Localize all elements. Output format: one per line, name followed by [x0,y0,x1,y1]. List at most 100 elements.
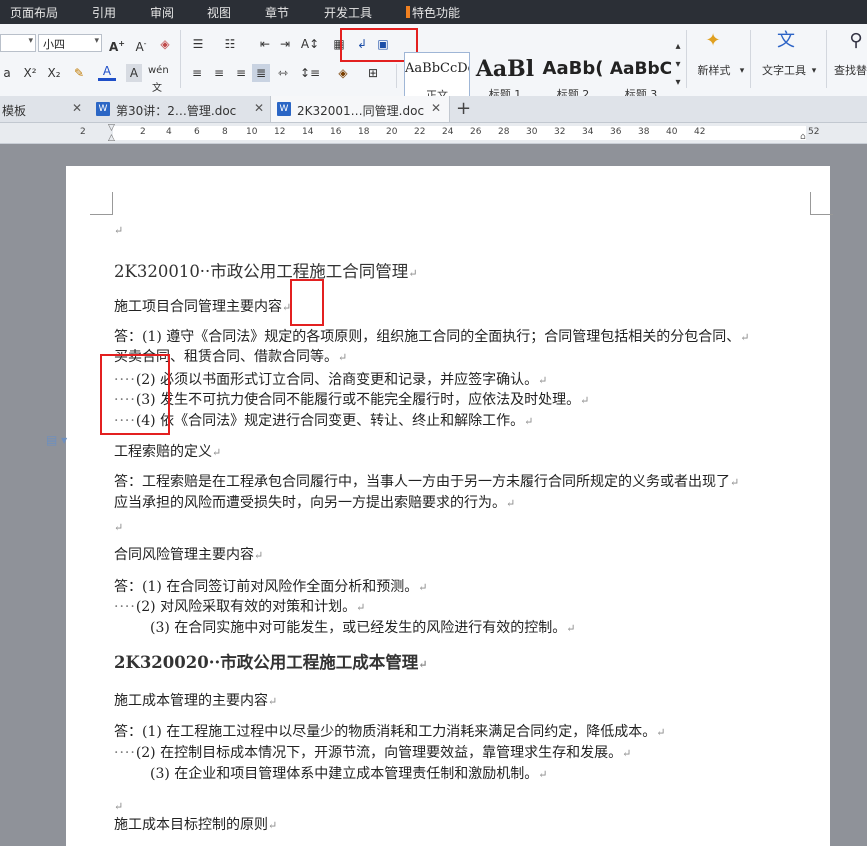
increase-indent-icon[interactable]: ⇥ [276,35,294,53]
subscript-icon[interactable]: X₂ [44,64,64,82]
line-text: (3) 在合同实施中对可能发生，或已经发生的风险进行有效的控制。 [150,620,567,636]
paragraph: 施工成本管理的主要内容↵ [114,690,277,710]
list-item: ····(3) 发生不可抗力使合同不能履行或不能完全履行时，应依法及时处理。↵ [114,389,589,409]
font-size-select[interactable]: 小四 ▾ [38,34,102,52]
char-shading-icon[interactable]: A [126,64,142,82]
ruler-number: 6 [194,127,200,137]
list-item: ····(4) 依《合同法》规定进行合同变更、转让、终止和解除工作。↵ [114,410,533,430]
text-direction-icon[interactable]: A↕ [300,35,320,53]
ruler-number: 2 [80,127,86,137]
close-icon[interactable]: ✕ [431,101,441,115]
decrease-indent-icon[interactable]: ⇤ [256,35,274,53]
numbered-list-icon[interactable]: ☷ [220,35,240,53]
paragraph-mark: ↵ [356,601,366,614]
phonetic-guide-icon[interactable]: wén 文 [148,62,169,98]
find-replace-button[interactable]: 查找替 [834,62,867,80]
ruler-number: 22 [414,127,426,137]
menu-special-features[interactable]: 特色功能 [412,4,460,21]
line-spacing-icon[interactable]: ↕≡ [300,64,320,82]
paragraph: 应当承担的风险而遭受损失时，向另一方提出索赔要求的行为。↵ [114,492,515,512]
right-indent-marker[interactable]: ⌂ [800,132,806,142]
section-heading: 2K320020··市政公用工程施工成本管理↵ [114,649,427,673]
tab-contract-management[interactable]: W 2K32001…同管理.doc ✕ [270,96,450,122]
paragraph-mark: ↵ [114,800,124,813]
highlight-box-dots [100,354,170,435]
horizontal-ruler[interactable]: 2 2 4 6 8 10 12 14 16 18 20 22 24 26 28 … [0,123,867,144]
menu-chapter[interactable]: 章节 [265,4,289,21]
gallery-more-icon[interactable]: ▾ [672,74,684,92]
bullet-list-icon[interactable]: ☰ [188,35,208,53]
paragraph: 答：工程索赔是在工程承包合同履行中，当事人一方由于另一方未履行合同所规定的义务或… [114,471,739,491]
paragraph-mark: ↵ [506,497,516,510]
align-left-icon[interactable]: ≡ [188,64,206,82]
clear-format-icon[interactable]: ◈ [156,35,174,53]
paragraph-mark: ↵ [268,695,278,708]
align-right-icon[interactable]: ≡ [232,64,250,82]
strikethrough-icon[interactable]: a [0,64,14,82]
line-text: (4) 依《合同法》规定进行合同变更、转让、终止和解除工作。 [135,413,525,429]
new-tab-button[interactable]: + [456,98,471,119]
highlight-icon[interactable]: ✎ [70,64,88,82]
menu-view[interactable]: 视图 [207,4,231,21]
superscript-icon[interactable]: X² [20,64,40,82]
ruler-number: 26 [470,127,482,137]
ruler-number: 18 [358,127,370,137]
paragraph: 施工成本目标控制的原则↵ [114,814,277,834]
style-sample: AaBbCcDd [405,61,469,76]
menu-developer[interactable]: 开发工具 [324,4,372,21]
tab-lecture-30[interactable]: W 第30讲：2…管理.doc ✕ [90,96,270,122]
gallery-scroll-up-icon[interactable]: ▴ [672,38,684,56]
paragraph-mark: ↵ [622,747,632,760]
font-name-field[interactable]: ▾ [0,34,36,52]
justify-icon[interactable]: ≣ [252,64,270,82]
chevron-down-icon: ▾ [94,36,99,46]
distribute-icon[interactable]: ⇿ [274,64,292,82]
close-icon[interactable]: ✕ [254,101,264,115]
menu-page-layout[interactable]: 页面布局 [10,4,58,21]
line-text: 合同风险管理主要内容 [114,547,254,563]
style-sample: AaBb( [542,58,604,79]
paragraph-layout-icon[interactable]: ▤ ▾ [46,433,67,447]
empty-paragraph: ↵ [114,798,123,814]
text-tools-button[interactable]: 文字工具 [756,62,812,80]
tab-template[interactable]: 模板 ✕ [0,96,90,122]
grow-font-icon[interactable]: A+ [108,35,126,56]
ruler-number: 52 [808,127,820,137]
menu-review[interactable]: 审阅 [150,4,174,21]
gallery-scroll-down-icon[interactable]: ▾ [672,56,684,74]
ruler-number: 30 [526,127,538,137]
document-canvas: ↵ 2K320010··市政公用工程施工合同管理↵ 施工项目合同管理主要内容↵ 答：(… [0,144,867,846]
divider [826,30,827,88]
word-doc-icon: W [96,102,110,116]
watermark-logo: Bai 经验 [668,760,792,795]
list-item: (3) 在合同实施中对可能发生，或已经发生的风险进行有效的控制。↵ [114,617,576,637]
close-icon[interactable]: ✕ [72,101,82,115]
paragraph-mark: ↵ [566,622,576,635]
crop-mark-top-left [90,192,113,215]
document-page[interactable]: ↵ 2K320010··市政公用工程施工合同管理↵ 施工项目合同管理主要内容↵ 答：(… [66,166,833,846]
paragraph: 工程索赔的定义↵ [114,441,221,461]
empty-paragraph: ↵ [114,519,123,535]
paragraph: 答：(1) 在合同签订前对风险作全面分析和预测。↵ [114,576,428,596]
line-text: 施工成本管理的主要内容 [114,693,268,709]
paragraph: 答：(1) 遵守《合同法》规定的各项原则，组织施工合同的全面执行；合同管理包括相… [114,326,750,346]
font-color-icon[interactable]: A [98,64,116,81]
tab-label: 第30讲：2…管理.doc [116,104,237,118]
shading-icon[interactable]: ◈ [334,64,352,82]
left-indent-marker[interactable]: △ [108,133,115,143]
divider [750,30,751,88]
new-style-button[interactable]: 新样式 [688,62,740,80]
paragraph-mark: ↵ [580,394,590,407]
shrink-font-icon[interactable]: A- [132,35,150,56]
paragraph: 合同风险管理主要内容↵ [114,544,263,564]
borders-icon[interactable]: ⊞ [364,64,382,82]
paragraph-mark: ↵ [730,476,740,489]
ruler-number: 16 [330,127,342,137]
menu-references[interactable]: 引用 [92,4,116,21]
ruler-number: 20 [386,127,398,137]
first-line-indent-marker[interactable]: ▽ [108,123,115,133]
align-center-icon[interactable]: ≡ [210,64,228,82]
space-marks: ···· [114,599,136,615]
tab-label: 模板 [2,104,27,118]
feature-marker [406,6,410,18]
